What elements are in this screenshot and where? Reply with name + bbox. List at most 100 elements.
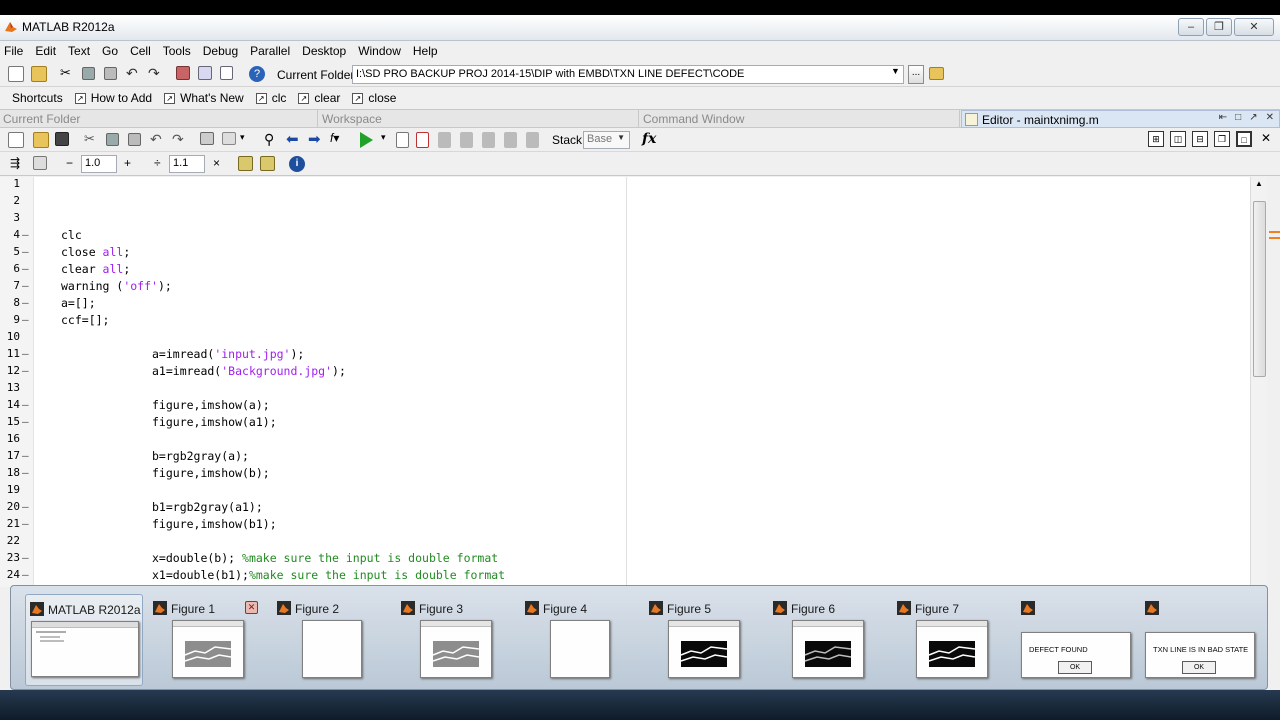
scrollbar-thumb[interactable] <box>1253 201 1266 377</box>
back-arrow-icon[interactable]: ⬅ <box>286 130 302 148</box>
cell-tool-icon[interactable] <box>260 156 275 171</box>
menu-tools[interactable]: Tools <box>163 44 199 58</box>
code-line[interactable]: 3 <box>0 211 620 228</box>
maximize-panel-icon[interactable]: □ <box>1235 112 1241 123</box>
menu-text[interactable]: Text <box>68 44 98 58</box>
close-button[interactable]: ✕ <box>1234 18 1274 36</box>
code-line[interactable]: 2 <box>0 194 620 211</box>
breakpoint-marker[interactable]: – <box>22 466 29 479</box>
cell-value-input-2[interactable]: 1.1 <box>169 155 205 173</box>
menu-debug[interactable]: Debug <box>203 44 246 58</box>
minimize-button[interactable]: – <box>1178 18 1204 36</box>
breakpoint-marker[interactable]: – <box>22 568 29 581</box>
menu-desktop[interactable]: Desktop <box>302 44 354 58</box>
window-preview[interactable]: Figure 3 <box>397 594 515 686</box>
redo-icon[interactable]: ↷ <box>148 65 164 81</box>
chevron-down-icon[interactable]: ▾ <box>381 132 397 148</box>
shortcut-clc[interactable]: ↗ clc <box>255 91 286 105</box>
code-line[interactable]: 9– ccf=[]; <box>0 313 620 330</box>
code-line[interactable]: 13 <box>0 381 620 398</box>
paste-icon[interactable] <box>128 133 141 146</box>
current-folder-field[interactable]: I:\SD PRO BACKUP PROJ 2014-15\DIP with E… <box>352 65 904 84</box>
tab-command-window[interactable]: Command Window <box>640 110 960 128</box>
cut-icon[interactable]: ✂ <box>84 131 100 147</box>
cell-value-input-1[interactable]: 1.0 <box>81 155 117 173</box>
window-preview[interactable]: Figure 5 <box>645 594 763 686</box>
increment-icon[interactable]: + <box>124 156 131 170</box>
code-line[interactable]: 23– x=double(b); %make sure the input is … <box>0 551 620 568</box>
code-analyzer-warning-icon[interactable] <box>1269 228 1280 242</box>
code-line[interactable]: 15– figure,imshow(a1); <box>0 415 620 432</box>
breakpoint-marker[interactable]: – <box>22 449 29 462</box>
chevron-down-icon[interactable]: ▾ <box>240 132 256 148</box>
editor-scrollbar[interactable]: ▲ <box>1250 177 1267 587</box>
breakpoint-marker[interactable]: – <box>22 347 29 360</box>
breakpoint-marker[interactable]: – <box>22 262 29 275</box>
ok-button[interactable]: OK <box>1182 661 1216 674</box>
code-line[interactable]: 17– b=rgb2gray(a); <box>0 449 620 466</box>
save-icon[interactable] <box>55 132 69 146</box>
breakpoint-marker[interactable]: – <box>22 279 29 292</box>
code-line[interactable]: 6– clear all; <box>0 262 620 279</box>
redo-icon[interactable]: ↷ <box>172 131 188 147</box>
breakpoint-marker[interactable]: – <box>22 517 29 530</box>
code-editor[interactable]: 1 2 3 4– clc 5– close all; 6– clear all; 7– warnin… <box>0 177 1267 587</box>
window-preview[interactable]: Figure 2 <box>273 594 391 686</box>
browse-folder-button[interactable]: ... <box>908 65 924 84</box>
menu-go[interactable]: Go <box>102 44 126 58</box>
help-icon[interactable]: ? <box>249 66 265 82</box>
new-file-icon[interactable] <box>8 66 24 82</box>
shortcut-clear[interactable]: ↗ clear <box>298 91 340 105</box>
print-icon[interactable] <box>200 132 214 145</box>
undock-arrow-icon[interactable]: ↗ <box>1249 112 1257 123</box>
open-folder-icon[interactable] <box>31 66 47 82</box>
layout-tile-icon[interactable]: ⊞ <box>1148 131 1164 147</box>
new-file-icon[interactable] <box>8 132 24 148</box>
folder-up-icon[interactable] <box>929 67 944 80</box>
breakpoint-marker[interactable]: – <box>22 228 29 241</box>
find-binoculars-icon[interactable]: ⚲ <box>264 131 280 147</box>
code-line[interactable]: 10 <box>0 330 620 347</box>
code-line[interactable]: 7– warning ('off'); <box>0 279 620 296</box>
code-line[interactable]: 11– a=imread('input.jpg'); <box>0 347 620 364</box>
ok-button[interactable]: OK <box>1058 661 1092 674</box>
fx-icon[interactable]: fx <box>642 131 656 147</box>
comment-icon[interactable] <box>222 132 236 145</box>
breakpoint-marker[interactable]: – <box>22 364 29 377</box>
guide-icon[interactable] <box>198 66 212 80</box>
tab-current-folder[interactable]: Current Folder <box>0 110 318 128</box>
profiler-icon[interactable] <box>220 66 233 80</box>
copy-icon[interactable] <box>82 67 95 80</box>
evaluate-cell-icon[interactable] <box>33 156 47 170</box>
set-breakpoint-icon[interactable] <box>396 132 409 148</box>
menu-help[interactable]: Help <box>413 44 446 58</box>
window-preview[interactable]: Figure 4 <box>521 594 639 686</box>
breakpoint-marker[interactable]: – <box>22 500 29 513</box>
layout-maximize-icon[interactable]: □ <box>1236 131 1252 147</box>
window-preview[interactable]: MATLAB R2012a <box>25 594 143 686</box>
decrement-icon[interactable]: − <box>66 156 73 170</box>
continue-icon[interactable] <box>504 132 517 148</box>
simulink-icon[interactable] <box>176 66 190 80</box>
function-browser-icon[interactable]: f▾ <box>330 131 346 147</box>
breakpoint-marker[interactable]: – <box>22 296 29 309</box>
code-line[interactable]: 5– close all; <box>0 245 620 262</box>
dialog-preview[interactable]: DEFECT FOUND OK <box>1017 594 1135 686</box>
window-preview[interactable]: Figure 6 <box>769 594 887 686</box>
code-line[interactable]: 4– clc <box>0 228 620 245</box>
restore-button[interactable]: ❐ <box>1206 18 1232 36</box>
shortcut-whats-new[interactable]: ↗ What's New <box>164 91 244 105</box>
layout-left-right-icon[interactable]: ◫ <box>1170 131 1186 147</box>
tab-workspace[interactable]: Workspace <box>319 110 639 128</box>
menu-file[interactable]: File <box>4 44 31 58</box>
window-preview[interactable]: Figure 7 <box>893 594 1011 686</box>
scroll-up-icon[interactable]: ▲ <box>1255 179 1263 188</box>
code-line[interactable]: 20– b1=rgb2gray(a1); <box>0 500 620 517</box>
layout-float-icon[interactable]: ❐ <box>1214 131 1230 147</box>
menu-window[interactable]: Window <box>358 44 409 58</box>
clear-breakpoints-icon[interactable] <box>416 132 429 148</box>
shortcut-close[interactable]: ↗ close <box>352 91 396 105</box>
menu-cell[interactable]: Cell <box>130 44 159 58</box>
close-icon[interactable]: ✕ <box>245 601 258 614</box>
menu-edit[interactable]: Edit <box>35 44 64 58</box>
